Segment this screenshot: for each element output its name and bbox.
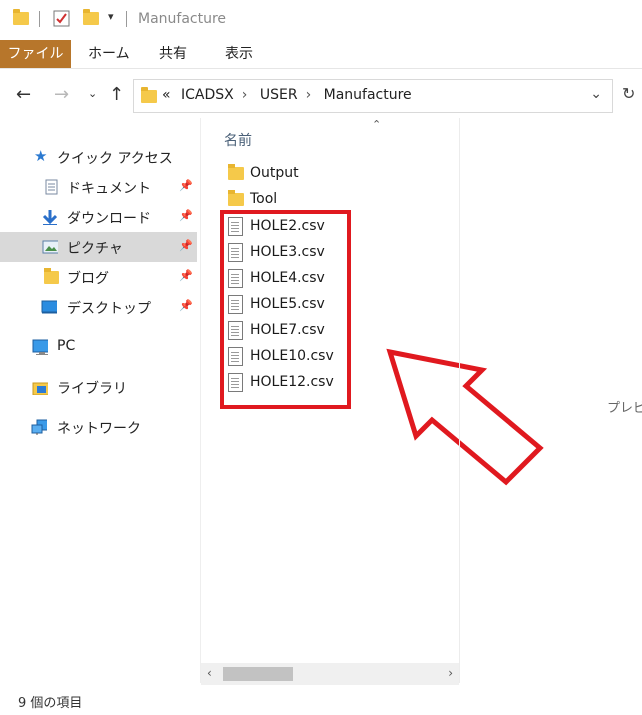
tab-home[interactable]: ホーム	[88, 40, 130, 68]
scroll-left-icon[interactable]: ‹	[207, 666, 212, 680]
sidebar-item-downloads[interactable]: ダウンロード 📌	[0, 202, 197, 232]
sidebar-item-quick-access[interactable]: ★ クイック アクセス	[0, 142, 197, 172]
breadcrumb-manufacture[interactable]: Manufacture	[324, 87, 412, 103]
back-arrow-icon[interactable]: ←	[16, 84, 31, 105]
sidebar-item-blog[interactable]: ブログ 📌	[0, 262, 197, 292]
pin-icon[interactable]: 📌	[179, 269, 193, 282]
sidebar-item-network[interactable]: ネットワーク	[0, 412, 197, 442]
network-icon	[31, 419, 47, 435]
sort-ascending-icon: ⌃	[372, 118, 382, 131]
sidebar-item-pc[interactable]: PC	[0, 332, 197, 362]
ribbon: ファイル ホーム 共有 表示	[0, 40, 642, 69]
scrollbar-thumb[interactable]	[223, 667, 293, 681]
separator	[126, 11, 127, 27]
annotation-arrow-icon	[386, 348, 544, 486]
scroll-right-icon[interactable]: ›	[448, 666, 453, 680]
breadcrumb-icadsx[interactable]: ICADSX	[181, 87, 234, 103]
document-icon	[45, 179, 58, 195]
pictures-icon	[42, 240, 58, 254]
tab-share[interactable]: 共有	[159, 40, 187, 68]
folder-icon	[228, 190, 244, 206]
item-count: 9 個の項目	[18, 696, 83, 711]
address-dropdown-icon[interactable]: ⌄	[590, 86, 602, 102]
forward-arrow-icon[interactable]: →	[54, 84, 69, 105]
folder-icon	[228, 164, 244, 180]
breadcrumb-user[interactable]: USER	[260, 87, 298, 103]
preview-pane-message: プレビ	[607, 401, 642, 416]
highlight-box	[220, 210, 351, 409]
pin-icon[interactable]: 📌	[179, 179, 193, 192]
sidebar-item-desktop[interactable]: デスクトップ 📌	[0, 292, 197, 322]
chevron-right-icon[interactable]: ›	[306, 87, 312, 103]
computer-icon	[32, 339, 48, 355]
download-arrow-icon	[42, 210, 57, 225]
pin-icon[interactable]: 📌	[179, 299, 193, 312]
address-bar[interactable]: « ICADSX › USER › Manufacture ⌄	[133, 79, 613, 113]
column-header-name[interactable]: 名前	[224, 130, 252, 150]
refresh-icon[interactable]: ↻	[622, 84, 635, 103]
tab-view[interactable]: 表示	[225, 40, 253, 68]
navigation-pane: ★ クイック アクセス ドキュメント 📌 ダウンロード 📌 ピクチャ 📌 ブログ…	[0, 118, 200, 683]
folder-icon	[13, 9, 29, 25]
horizontal-scrollbar[interactable]: ‹ ›	[201, 663, 459, 685]
star-icon: ★	[34, 147, 48, 165]
new-folder-icon[interactable]	[83, 9, 99, 25]
properties-icon[interactable]	[53, 10, 71, 28]
pin-icon[interactable]: 📌	[179, 209, 193, 222]
preview-divider[interactable]	[459, 118, 460, 683]
up-arrow-icon[interactable]: ↑	[109, 84, 124, 105]
library-icon	[32, 382, 48, 395]
sidebar-item-documents[interactable]: ドキュメント 📌	[0, 172, 197, 202]
desktop-icon	[41, 300, 57, 314]
pin-icon[interactable]: 📌	[179, 239, 193, 252]
tab-file[interactable]: ファイル	[0, 40, 71, 68]
title-bar: ▾ Manufacture	[0, 0, 642, 40]
window-title: Manufacture	[138, 11, 227, 27]
chevron-right-icon[interactable]: ›	[242, 87, 248, 103]
sidebar-item-library[interactable]: ライブラリ	[0, 372, 197, 402]
folder-icon	[44, 268, 59, 284]
quick-access-toolbar-dropdown-icon[interactable]: ▾	[108, 10, 114, 23]
recent-locations-chevron-icon[interactable]: ⌄	[88, 87, 97, 100]
separator	[39, 11, 40, 27]
breadcrumb-overflow[interactable]: «	[162, 87, 171, 103]
folder-icon	[141, 87, 157, 103]
sidebar-item-pictures[interactable]: ピクチャ 📌	[0, 232, 197, 262]
status-bar: 9 個の項目	[0, 688, 642, 715]
breadcrumb: « ICADSX › USER › Manufacture	[162, 87, 418, 103]
